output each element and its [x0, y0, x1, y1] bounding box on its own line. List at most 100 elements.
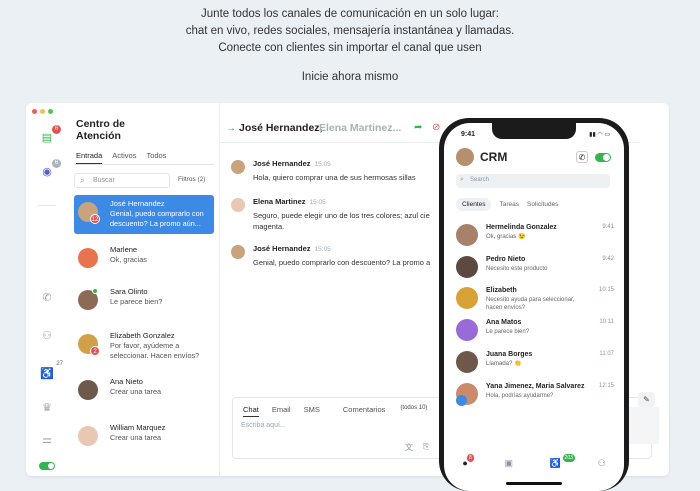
availability-toggle[interactable]: [39, 462, 55, 470]
edit-icon[interactable]: ✎: [638, 392, 655, 407]
home-indicator: [506, 482, 562, 485]
cta-link[interactable]: Inicie ahora mismo: [0, 71, 700, 83]
conversation-name: Ana Nieto: [110, 377, 143, 386]
phone-notch: [492, 123, 576, 139]
tab-entrada[interactable]: Entrada: [76, 151, 103, 164]
tab-chat[interactable]: Chat: [243, 405, 259, 417]
conversation-item[interactable]: 2 Elizabeth Gonzalez Por favor, ayúdeme …: [74, 327, 214, 366]
group-avatar: [456, 395, 467, 406]
client-time: 9:41: [602, 224, 614, 230]
nav-green-badge: 203: [562, 453, 575, 462]
conversation-item[interactable]: 12 José Hernandez Genial, puedo comprarl…: [74, 195, 214, 234]
client-time: 12:15: [598, 383, 614, 389]
client-preview: Ok, gracias 😉: [486, 234, 526, 240]
conversation-name: Marlene: [110, 245, 138, 254]
tab-todos[interactable]: Todos: [146, 151, 166, 164]
maximize-dot[interactable]: [48, 109, 53, 114]
rail-divider: [38, 205, 56, 206]
inbox-icon[interactable]: ▣: [504, 458, 513, 469]
client-name: Elizabeth: [486, 287, 517, 294]
minimize-dot[interactable]: [40, 109, 45, 114]
chat-other-participants: Elena Martinez...: [319, 122, 402, 134]
composer-input[interactable]: Escriba aquí...: [241, 422, 286, 429]
conversation-preview: Crear una tarea: [110, 387, 162, 396]
block-icon[interactable]: ⊘: [432, 122, 440, 133]
accessibility-icon[interactable]: ♿ 27: [38, 361, 63, 381]
chat-channels-icon[interactable]: ▤ 6: [38, 125, 61, 145]
conversation-item[interactable]: Marlene Ok, gracias: [74, 241, 214, 280]
forward-icon[interactable]: ➦: [414, 122, 422, 133]
attach-icon[interactable]: ⎘: [423, 442, 429, 453]
client-name: Juana Borges: [486, 351, 533, 358]
list-item[interactable]: Ana Matos Le parece bien? 10:11: [456, 317, 616, 347]
phone-search-input[interactable]: ⌕ Search: [456, 174, 610, 188]
list-item[interactable]: Hermelinda Gonzalez Ok, gracias 😉 9:41: [456, 222, 616, 252]
contacts-icon[interactable]: ⚇: [598, 458, 606, 469]
tab-solicitudes[interactable]: Solicitudes: [527, 201, 558, 208]
client-time: 11:07: [599, 351, 614, 357]
list-item[interactable]: Yana Jimenez, Maria Salvarez Hola, podrí…: [456, 381, 616, 411]
list-tabs: Entrada Activos Todos: [76, 151, 166, 164]
avatar[interactable]: [456, 148, 474, 166]
conversation-item[interactable]: William Marquez Crear una tarea: [74, 419, 214, 458]
list-item[interactable]: Elizabeth Necesito ayuda para selecciona…: [456, 285, 616, 315]
avatar: [456, 319, 478, 341]
composer-tabs: Chat Email SMS Comentarios (todos 10): [243, 405, 427, 417]
conversation-name: Elizabeth Gonzalez: [110, 331, 175, 340]
avatar: [456, 256, 478, 278]
client-preview: Llamada? 👏: [486, 361, 522, 367]
arrow-right-icon: →: [226, 123, 236, 134]
conversation-preview: Genial, puedo comprarlo con descuento? L…: [110, 209, 204, 228]
contacts-icon[interactable]: ⚇: [38, 327, 56, 343]
phone-call-icon[interactable]: ✆: [576, 151, 588, 163]
avatar: [78, 426, 98, 446]
conversation-name: José Hernandez: [110, 199, 165, 208]
filters-button[interactable]: Filtros (2): [178, 176, 205, 183]
crown-icon[interactable]: ♛: [38, 399, 56, 415]
message-author: José Hernandez 15:05: [253, 159, 331, 168]
tab-tareas[interactable]: Tareas: [499, 201, 519, 208]
search-placeholder: Buscar: [93, 177, 115, 184]
client-time: 10:11: [599, 319, 614, 325]
client-name: Hermelinda Gonzalez: [486, 224, 557, 231]
tab-clientes[interactable]: Clientes: [456, 198, 492, 211]
phone-tabs: Clientes Tareas Solicitudes: [456, 198, 558, 211]
author-name: José Hernandez: [253, 159, 311, 168]
translate-icon[interactable]: 文: [405, 442, 413, 453]
avatar: [231, 198, 245, 212]
tab-email[interactable]: Email: [272, 405, 291, 417]
tab-comentarios[interactable]: Comentarios: [343, 405, 386, 417]
window-controls: [32, 109, 53, 114]
list-item[interactable]: Juana Borges Llamada? 👏 11:07: [456, 349, 616, 379]
settings-sliders-icon[interactable]: ⚌: [38, 431, 56, 447]
phone-availability-toggle[interactable]: [595, 153, 611, 162]
rail-superscript: 27: [56, 361, 63, 367]
phone-mockup: 9:41 ▮▮ ◠ ▭ CRM ✆ ⌕ Search Clientes Tarea…: [439, 118, 629, 491]
message-text: Seguro, puede elegir uno de los tres col…: [253, 211, 430, 231]
chat-bubble-icon[interactable]: ● 8: [462, 454, 474, 468]
conversation-name: Sara Olinto: [110, 287, 148, 296]
phone-icon[interactable]: ✆: [38, 289, 56, 305]
author-name: José Hernandez: [253, 244, 311, 253]
conversation-preview: Crear una tarea: [110, 433, 162, 442]
avatar: [456, 351, 478, 373]
search-input[interactable]: ⌕ Buscar: [74, 173, 170, 188]
list-item[interactable]: Pedro Nieto Necesito este producto 9:42: [456, 254, 616, 284]
composer-tools: 文 ⎘: [405, 442, 429, 453]
avatar: [456, 287, 478, 309]
search-icon: ⌕: [460, 176, 464, 183]
tab-activos[interactable]: Activos: [112, 151, 136, 164]
hero-line-3: Conecte con clientes sin importar el can…: [218, 42, 482, 54]
conversation-item[interactable]: Ana Nieto Crear una tarea: [74, 373, 214, 412]
phone-bottom-nav: ● 8 ▣ ♿ 203 ⚇: [444, 453, 624, 473]
phone-title: CRM: [480, 150, 508, 164]
online-indicator: [92, 288, 98, 294]
teams-icon[interactable]: ◉ 6: [38, 159, 61, 179]
conversation-preview: Por favor, ayúdeme a seleccionar. Hacen …: [110, 341, 200, 360]
conversation-item[interactable]: Sara Olinto Le parece bien?: [74, 283, 214, 322]
message-text: Genial, puedo comprarlo con descuento? L…: [253, 258, 431, 267]
tab-sms[interactable]: SMS: [304, 405, 320, 417]
close-dot[interactable]: [32, 109, 37, 114]
author-name: Elena Martinez: [253, 197, 306, 206]
accessibility-icon[interactable]: ♿ 203: [550, 453, 575, 469]
